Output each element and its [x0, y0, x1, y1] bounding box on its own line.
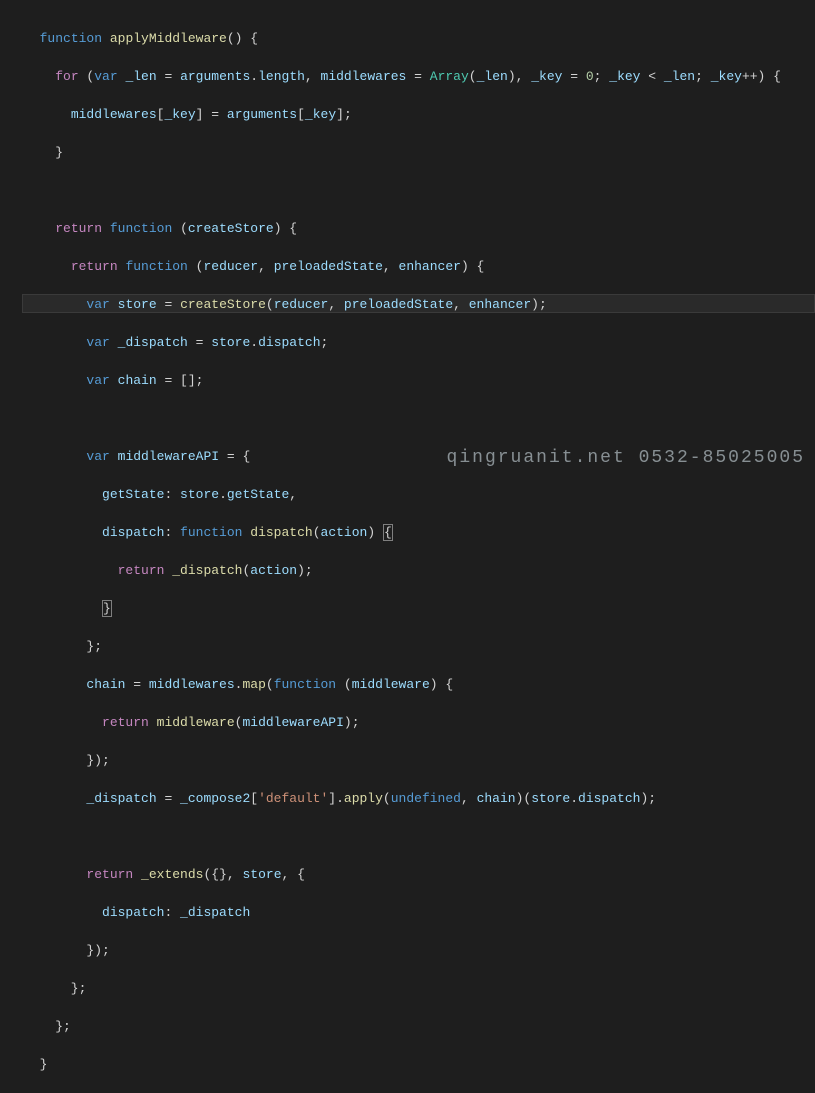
code-line[interactable]: return function (createStore) { [22, 219, 815, 238]
param-action: action [321, 525, 368, 540]
str-default: 'default' [258, 791, 328, 806]
code-line[interactable]: chain = middlewares.map(function (middle… [22, 675, 815, 694]
code-line[interactable]: dispatch: function dispatch(action) { [22, 523, 815, 542]
gutter [0, 0, 22, 553]
param-createStore: createStore [188, 221, 274, 236]
code-line[interactable]: } [22, 1055, 815, 1074]
param-preloadedState: preloadedState [274, 259, 383, 274]
code-line[interactable]: for (var _len = arguments.length, middle… [22, 67, 815, 86]
var-len: _len [125, 69, 156, 84]
num-zero: 0 [586, 69, 594, 84]
code-line[interactable]: }; [22, 979, 815, 998]
code-line[interactable]: dispatch: _dispatch [22, 903, 815, 922]
code-line[interactable]: } [22, 599, 815, 618]
code-line[interactable] [22, 827, 815, 846]
var-middlewares: middlewares [321, 69, 407, 84]
code-line[interactable]: }; [22, 1017, 815, 1036]
matched-bracket-close: } [102, 600, 112, 617]
matched-bracket-open: { [383, 524, 393, 541]
prop-dispatch: dispatch [102, 525, 164, 540]
fn-applyMiddleware: applyMiddleware [110, 31, 227, 46]
code-line[interactable]: var chain = []; [22, 371, 815, 390]
code-line[interactable]: }; [22, 637, 815, 656]
code-line[interactable]: return _dispatch(action); [22, 561, 815, 580]
param-middleware: middleware [352, 677, 430, 692]
code-line[interactable]: return _extends({}, store, { [22, 865, 815, 884]
var-arguments: arguments [180, 69, 250, 84]
code-line[interactable]: } [22, 143, 815, 162]
fn-extends: _extends [141, 867, 203, 882]
var-dispatch: _dispatch [118, 335, 188, 350]
code-line[interactable]: return function (reducer, preloadedState… [22, 257, 815, 276]
code-line[interactable] [22, 409, 815, 428]
var-store: store [118, 297, 157, 312]
code-line[interactable]: getState: store.getState, [22, 485, 815, 504]
code-line[interactable] [22, 181, 815, 200]
watermark-text: qingruanit.net 0532-85025005 [447, 449, 805, 468]
var-middlewareAPI: middlewareAPI [118, 449, 219, 464]
code-editor[interactable]: function applyMiddleware() { for (var _l… [22, 0, 815, 1093]
code-line[interactable]: }); [22, 941, 815, 960]
code-line[interactable]: }); [22, 751, 815, 770]
var-compose2: _compose2 [180, 791, 250, 806]
kw-function: function [40, 31, 102, 46]
var-chain: chain [118, 373, 157, 388]
kw-return: return [55, 221, 102, 236]
code-line[interactable]: _dispatch = _compose2['default'].apply(u… [22, 789, 815, 808]
code-line[interactable]: return middleware(middlewareAPI); [22, 713, 815, 732]
kw-for: for [55, 69, 78, 84]
code-line[interactable]: function applyMiddleware() { [22, 29, 815, 48]
code-line[interactable]: var store = createStore(reducer, preload… [22, 295, 815, 314]
var-key: _key [531, 69, 562, 84]
prop-length: length [258, 69, 305, 84]
param-enhancer: enhancer [399, 259, 461, 274]
cls-Array: Array [430, 69, 469, 84]
code-line[interactable]: middlewares[_key] = arguments[_key]; [22, 105, 815, 124]
kw-var: var [94, 69, 117, 84]
fn-map: map [242, 677, 265, 692]
const-undefined: undefined [391, 791, 461, 806]
prop-getState: getState [102, 487, 164, 502]
param-reducer: reducer [203, 259, 258, 274]
fn-apply: apply [344, 791, 383, 806]
code-line[interactable]: var _dispatch = store.dispatch; [22, 333, 815, 352]
